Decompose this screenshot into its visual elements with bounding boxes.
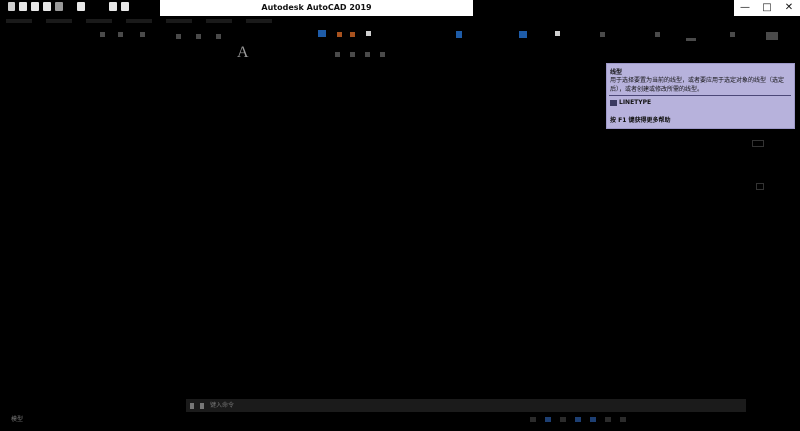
tab-default[interactable] bbox=[6, 19, 32, 23]
new-file-icon[interactable] bbox=[19, 2, 27, 11]
workspace-switch-icon[interactable] bbox=[620, 417, 626, 422]
redo-icon[interactable] bbox=[121, 2, 129, 11]
snap-toggle-icon[interactable] bbox=[545, 417, 551, 422]
move-tool-icon[interactable] bbox=[176, 34, 181, 39]
line-tool-icon[interactable] bbox=[100, 32, 105, 37]
tab-parametric[interactable] bbox=[126, 19, 152, 23]
tooltip-description: 用于选择要置为当前的线型，或者要应用于选定对象的线型（选定后），或者创建或修改所… bbox=[610, 77, 785, 93]
text-tool-icon[interactable]: A bbox=[237, 44, 249, 62]
tab-view[interactable] bbox=[166, 19, 192, 23]
layer-state-icon[interactable] bbox=[337, 32, 342, 37]
command-input[interactable] bbox=[210, 400, 746, 411]
polar-toggle-icon[interactable] bbox=[575, 417, 581, 422]
quick-access-toolbar bbox=[8, 2, 129, 14]
linetype-tooltip: 线型 用于选择要置为当前的线型，或者要应用于选定对象的线型（选定后），或者创建或… bbox=[606, 63, 795, 129]
group-icon[interactable] bbox=[600, 32, 605, 37]
command-customize-icon[interactable] bbox=[200, 402, 204, 409]
measure-icon[interactable] bbox=[655, 32, 660, 37]
view-icon[interactable] bbox=[730, 32, 735, 37]
divider bbox=[726, 0, 734, 16]
model-tab[interactable]: 模型 bbox=[11, 414, 23, 423]
title-bar: Autodesk AutoCAD 2019 — □ ✕ bbox=[0, 0, 800, 16]
window-controls: — □ ✕ bbox=[726, 0, 800, 16]
tab-insert[interactable] bbox=[46, 19, 72, 23]
trim-tool-icon[interactable] bbox=[216, 34, 221, 39]
status-bar bbox=[530, 417, 626, 422]
save-as-icon[interactable] bbox=[55, 2, 63, 11]
tooltip-title: 线型 bbox=[610, 69, 623, 76]
osnap-toggle-icon[interactable] bbox=[590, 417, 596, 422]
base-view-icon[interactable] bbox=[766, 32, 778, 40]
annotation-scale-icon[interactable] bbox=[605, 417, 611, 422]
polyline-tool-icon[interactable] bbox=[118, 32, 123, 37]
layer-properties-icon[interactable] bbox=[318, 30, 326, 37]
viewcube-icon[interactable] bbox=[752, 140, 764, 147]
window-title: Autodesk AutoCAD 2019 bbox=[160, 0, 473, 16]
layer-off-icon[interactable] bbox=[380, 52, 385, 57]
paste-icon[interactable] bbox=[686, 38, 696, 41]
ribbon-tabs bbox=[6, 19, 272, 23]
layer-dropdown-icon[interactable] bbox=[335, 52, 340, 57]
tab-manage[interactable] bbox=[206, 19, 232, 23]
ortho-toggle-icon[interactable] bbox=[560, 417, 566, 422]
app-menu-icon[interactable] bbox=[8, 2, 15, 11]
minimize-button[interactable]: — bbox=[734, 0, 756, 16]
grid-toggle-icon[interactable] bbox=[530, 417, 536, 422]
undo-icon[interactable] bbox=[109, 2, 117, 11]
layer-lock-icon[interactable] bbox=[366, 31, 371, 36]
color-swatch-icon[interactable] bbox=[555, 31, 560, 36]
command-close-icon[interactable] bbox=[190, 402, 194, 409]
save-icon[interactable] bbox=[43, 2, 51, 11]
print-icon[interactable] bbox=[77, 2, 85, 11]
tooltip-command: LINETYPE bbox=[610, 99, 651, 106]
rotate-tool-icon[interactable] bbox=[196, 34, 201, 39]
layer-match-icon[interactable] bbox=[350, 52, 355, 57]
linetype-icon bbox=[610, 99, 617, 106]
layer-isolate-icon[interactable] bbox=[365, 52, 370, 57]
tooltip-help: 按 F1 键获得更多帮助 bbox=[610, 117, 671, 124]
tab-output[interactable] bbox=[246, 19, 272, 23]
command-line[interactable] bbox=[186, 399, 746, 412]
tab-annotate[interactable] bbox=[86, 19, 112, 23]
tooltip-command-name: LINETYPE bbox=[619, 99, 652, 106]
open-file-icon[interactable] bbox=[31, 2, 39, 11]
insert-block-icon[interactable] bbox=[456, 31, 462, 38]
navigation-bar-icon[interactable] bbox=[756, 183, 764, 190]
maximize-button[interactable]: □ bbox=[756, 0, 778, 16]
match-properties-icon[interactable] bbox=[519, 31, 527, 38]
close-button[interactable]: ✕ bbox=[778, 0, 800, 16]
tooltip-divider bbox=[609, 95, 791, 96]
layer-freeze-icon[interactable] bbox=[350, 32, 355, 37]
circle-tool-icon[interactable] bbox=[140, 32, 145, 37]
